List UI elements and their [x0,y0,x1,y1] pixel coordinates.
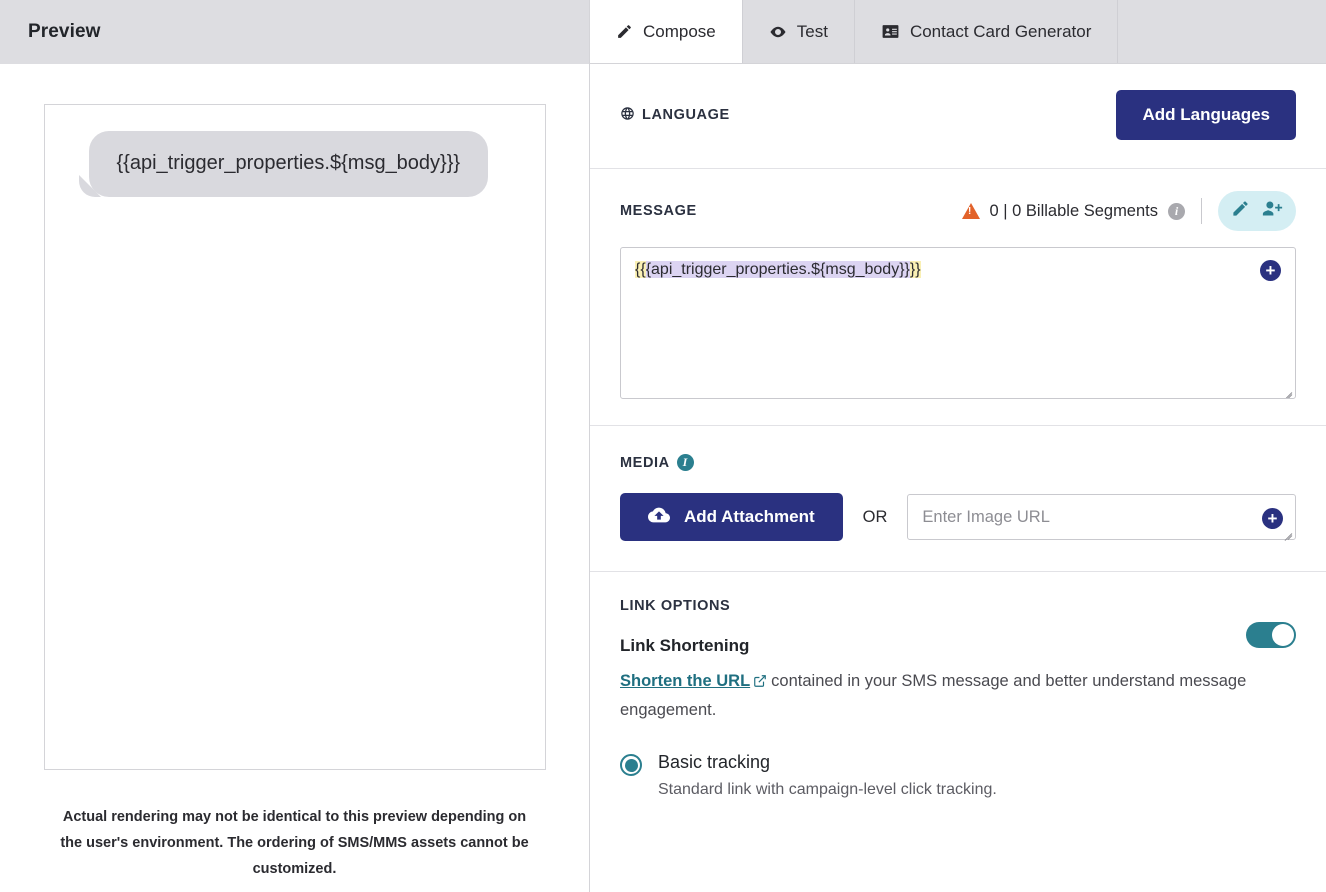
add-attachment-button[interactable]: Add Attachment [620,493,843,541]
billable-segments-text: 0 | 0 Billable Segments [990,202,1158,221]
link-shortening-description: Shorten the URLcontained in your SMS mes… [620,668,1280,724]
billable-segments-area: 0 | 0 Billable Segments i [962,191,1296,231]
tab-compose[interactable]: Compose [590,0,743,63]
info-icon[interactable]: i [1168,203,1185,220]
add-attachment-label: Add Attachment [684,507,815,527]
link-options-label: LINK OPTIONS [620,598,1296,614]
message-token-variable: {api_trigger_properties.${msg_body}} [646,261,910,278]
preview-pane: Preview {{api_trigger_properties.${msg_b… [0,0,590,892]
add-image-url-button[interactable]: + [1262,508,1283,529]
language-section-label: LANGUAGE [620,106,730,125]
textarea-resize-handle[interactable] [1281,384,1293,396]
image-url-field[interactable]: + [907,494,1296,540]
preview-message-bubble: {{api_trigger_properties.${msg_body}}} [89,131,489,197]
message-bubble-wrap: {{api_trigger_properties.${msg_body}}} [67,131,523,197]
link-shortening-toggle[interactable] [1246,622,1296,648]
tab-contact-card-generator[interactable]: Contact Card Generator [855,0,1118,63]
tab-test[interactable]: Test [743,0,855,63]
warning-triangle-icon [962,203,980,219]
message-textarea[interactable]: {{{api_trigger_properties.${msg_body}}}}… [620,247,1296,399]
tracking-option-basic[interactable]: Basic tracking Standard link with campai… [620,752,1296,799]
radio-dot [625,759,638,772]
url-resize-handle[interactable] [1281,525,1293,537]
media-controls-row: Add Attachment OR + [620,493,1296,541]
image-url-input[interactable] [920,507,1253,528]
message-tools-pill[interactable] [1218,191,1296,231]
id-card-icon [881,22,900,41]
basic-tracking-description: Standard link with campaign-level click … [658,781,997,799]
basic-tracking-label: Basic tracking [658,752,997,773]
globe-icon [620,106,635,125]
compose-screen: Preview {{api_trigger_properties.${msg_b… [0,0,1326,892]
add-person-icon[interactable] [1262,198,1283,224]
info-icon[interactable]: i [677,454,694,471]
compose-pane: Compose Test Contact Card Generator [590,0,1326,892]
add-variable-button[interactable]: + [1260,260,1281,281]
add-languages-button[interactable]: Add Languages [1116,90,1296,140]
basic-tracking-radio[interactable] [620,754,642,776]
message-token-open: {{ [635,261,646,278]
eye-icon [769,23,787,41]
pencil-icon [616,23,633,40]
page-title: Preview [28,21,101,43]
tab-compose-label: Compose [643,22,716,42]
tab-contact-card-generator-label: Contact Card Generator [910,22,1091,42]
shorten-the-url-link[interactable]: Shorten the URL [620,672,750,690]
message-token-close: }} [910,261,921,278]
language-section: LANGUAGE Add Languages [590,64,1326,169]
toggle-knob [1272,624,1294,646]
message-section: MESSAGE 0 | 0 Billable Segments i [590,169,1326,426]
compose-sections: LANGUAGE Add Languages MESSAGE 0 | 0 Bil… [590,64,1326,892]
preview-body: {{api_trigger_properties.${msg_body}}} A… [0,64,589,892]
phone-preview-box: {{api_trigger_properties.${msg_body}}} [44,104,546,770]
media-section-label: MEDIA i [620,454,1296,471]
preview-disclaimer: Actual rendering may not be identical to… [60,804,530,882]
message-value: {{{api_trigger_properties.${msg_body}}}} [635,259,1281,281]
language-label-text: LANGUAGE [642,107,730,123]
or-separator: OR [863,508,888,527]
media-label-text: MEDIA [620,455,670,471]
pencil-icon[interactable] [1231,199,1250,223]
external-link-icon [753,670,767,697]
media-section: MEDIA i Add Attachment OR + [590,426,1326,572]
cloud-upload-icon [648,504,670,531]
tab-test-label: Test [797,22,828,42]
tab-bar: Compose Test Contact Card Generator [590,0,1326,64]
message-section-label: MESSAGE [620,203,697,219]
link-shortening-title: Link Shortening [620,636,749,656]
preview-header: Preview [0,0,589,64]
link-options-section: LINK OPTIONS Link Shortening Shorten the… [590,572,1326,809]
divider [1201,198,1202,224]
